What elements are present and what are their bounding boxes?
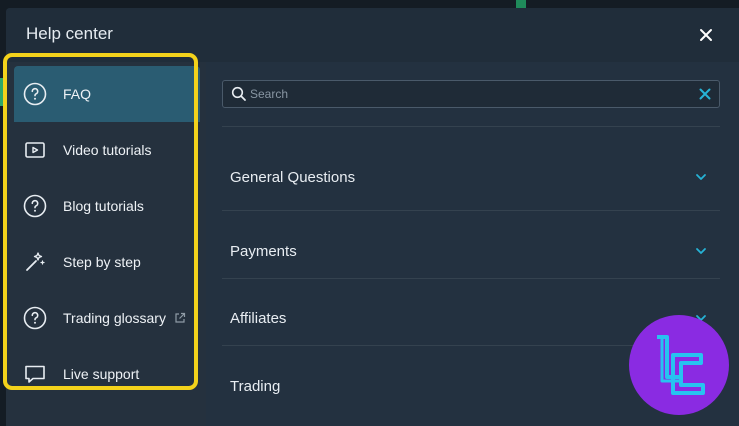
sidebar-item-label: Step by step [63,254,141,270]
faq-section-general-questions[interactable]: General Questions [222,144,720,210]
search-input[interactable] [247,82,697,106]
external-link-icon [175,312,186,323]
sidebar-item-label: Trading glossary [63,310,166,326]
divider [222,278,720,279]
modal-title: Help center [26,24,113,43]
divider [222,126,720,127]
sidebar-item-video-tutorials[interactable]: Video tutorials [14,122,200,178]
brand-logo-icon [629,315,729,415]
sidebar-item-faq[interactable]: FAQ [14,66,200,122]
background-accent [516,0,526,8]
divider [222,210,720,211]
sidebar-item-label: Live support [63,366,140,382]
sidebar-item-live-support[interactable]: Live support [14,346,200,402]
sidebar-item-blog-tutorials[interactable]: Blog tutorials [14,178,200,234]
faq-section-label: Affiliates [230,309,287,327]
magic-wand-icon [23,250,47,274]
sidebar-item-label: Blog tutorials [63,198,144,214]
faq-section-label: Payments [230,242,297,260]
close-icon [700,29,712,41]
chevron-down-icon [696,174,706,180]
close-button[interactable] [697,26,715,44]
sidebar-item-label: FAQ [63,86,92,102]
question-circle-icon [23,82,47,106]
question-circle-icon [23,306,47,330]
sidebar-item-label: Video tutorials [63,142,152,158]
clear-search-icon[interactable] [697,86,713,102]
video-icon [23,138,47,162]
chat-icon [23,362,47,386]
sidebar-item-trading-glossary[interactable]: Trading glossary [14,290,200,346]
faq-section-payments[interactable]: Payments [222,218,720,284]
search-box [222,80,720,108]
modal-header: Help center [6,8,739,62]
faq-section-label: General Questions [230,168,356,186]
chevron-down-icon [696,248,706,254]
sidebar-item-step-by-step[interactable]: Step by step [14,234,200,290]
search-icon [231,86,246,101]
sidebar: FAQ Video tutorials Blog tutorials Step … [6,62,206,426]
question-circle-icon [23,194,47,218]
